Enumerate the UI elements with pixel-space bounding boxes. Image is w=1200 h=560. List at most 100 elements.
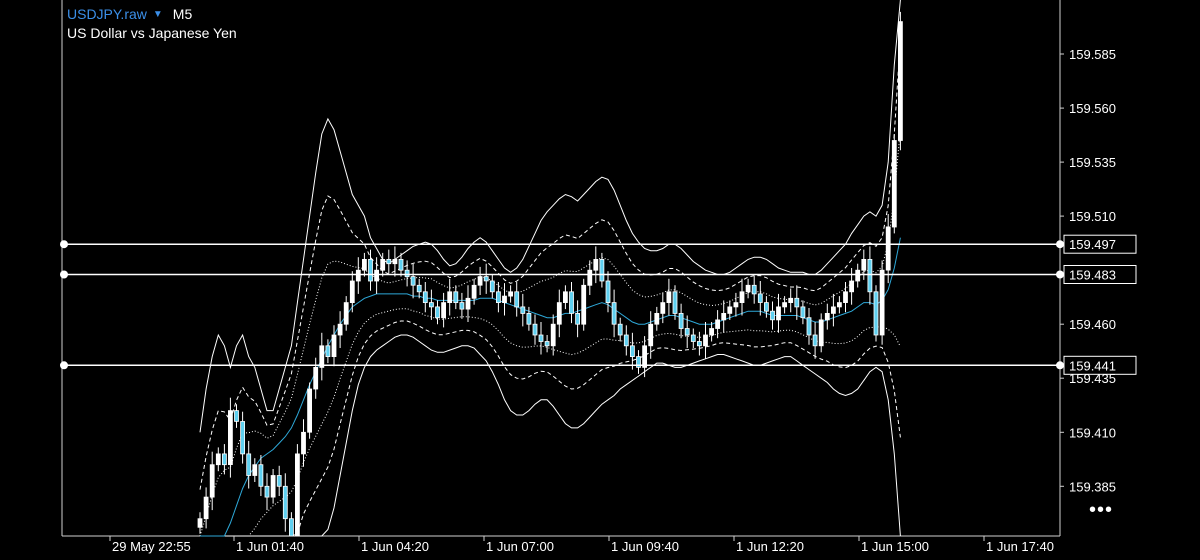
candle-body[interactable]	[221, 453, 227, 466]
candle-body[interactable]	[282, 485, 288, 520]
candle-body[interactable]	[623, 334, 629, 347]
candle-body[interactable]	[380, 258, 386, 271]
candle-body[interactable]	[575, 312, 580, 325]
candle-body[interactable]	[593, 258, 599, 271]
candle-body[interactable]	[672, 291, 678, 314]
candle-body[interactable]	[611, 302, 617, 325]
candle-body[interactable]	[873, 291, 879, 336]
candle-body[interactable]	[288, 518, 294, 537]
timeframe-label[interactable]: M5	[173, 6, 192, 22]
candle-body[interactable]	[313, 366, 319, 390]
candle-body[interactable]	[410, 276, 416, 286]
line-handle-right[interactable]	[1056, 270, 1064, 279]
candle-body[interactable]	[563, 291, 568, 303]
candle-body[interactable]	[788, 297, 794, 303]
candle-body[interactable]	[532, 323, 538, 336]
candle-body[interactable]	[459, 302, 465, 310]
candle-body[interactable]	[520, 306, 526, 314]
candle-body[interactable]	[526, 312, 532, 325]
chart-canvas[interactable]: 159.497159.483159.441 159.585159.560159.…	[0, 0, 1200, 555]
candle-body[interactable]	[867, 258, 873, 293]
candle-body[interactable]	[751, 284, 757, 295]
candle-body[interactable]	[258, 464, 264, 487]
candle-body[interactable]	[879, 269, 885, 336]
candle-body[interactable]	[733, 302, 739, 308]
candle-body[interactable]	[495, 291, 501, 303]
candle-body[interactable]	[294, 453, 300, 537]
candle-body[interactable]	[697, 341, 702, 347]
candle-body[interactable]	[404, 269, 410, 278]
candle-body[interactable]	[837, 302, 842, 308]
candle-body[interactable]	[581, 284, 587, 325]
line-handle-left[interactable]	[60, 270, 68, 279]
candle-body[interactable]	[361, 258, 367, 271]
candle-body[interactable]	[569, 291, 574, 314]
candle-body[interactable]	[544, 341, 550, 347]
candle-body[interactable]	[739, 291, 745, 303]
candle-body[interactable]	[715, 319, 720, 329]
candle-body[interactable]	[209, 464, 215, 498]
candle-body[interactable]	[270, 475, 276, 498]
candle-body[interactable]	[301, 431, 306, 455]
candle-body[interactable]	[690, 334, 696, 342]
candle-body[interactable]	[441, 302, 447, 319]
candle-body[interactable]	[246, 453, 252, 476]
candle-body[interactable]	[325, 345, 331, 357]
candle-body[interactable]	[368, 258, 373, 282]
candle-body[interactable]	[502, 295, 507, 304]
candle-body[interactable]	[556, 302, 562, 325]
candle-body[interactable]	[331, 334, 337, 358]
candle-body[interactable]	[885, 226, 891, 271]
candle-body[interactable]	[824, 312, 830, 321]
candle-body[interactable]	[678, 312, 684, 329]
line-handle-right[interactable]	[1056, 361, 1064, 370]
candle-body[interactable]	[508, 291, 514, 297]
line-handle-left[interactable]	[60, 361, 68, 370]
candle-body[interactable]	[599, 258, 605, 282]
candle-body[interactable]	[416, 284, 422, 293]
candle-body[interactable]	[392, 258, 398, 265]
candle-body[interactable]	[861, 258, 867, 271]
candle-body[interactable]	[831, 306, 836, 314]
candle-body[interactable]	[215, 453, 221, 466]
candle-body[interactable]	[349, 280, 355, 304]
candle-body[interactable]	[550, 323, 556, 347]
candle-body[interactable]	[782, 302, 787, 308]
candle-body[interactable]	[648, 323, 654, 347]
candle-body[interactable]	[806, 317, 812, 336]
candle-body[interactable]	[630, 345, 635, 357]
candle-body[interactable]	[660, 302, 666, 314]
candle-body[interactable]	[898, 21, 903, 141]
candle-body[interactable]	[337, 323, 343, 336]
candle-body[interactable]	[489, 280, 495, 293]
candle-body[interactable]	[386, 258, 392, 265]
candle-body[interactable]	[891, 140, 897, 228]
candle-body[interactable]	[776, 306, 781, 321]
candle-body[interactable]	[477, 276, 483, 286]
candle-body[interactable]	[800, 306, 806, 319]
line-handle-right[interactable]	[1056, 240, 1064, 249]
candle-body[interactable]	[276, 475, 282, 487]
candle-body[interactable]	[483, 276, 489, 282]
price-chart[interactable]: 159.497 159.483 159.441 159.585 159.560 159.…	[0, 0, 1200, 555]
candle-body[interactable]	[709, 328, 714, 336]
candle-body[interactable]	[428, 302, 434, 308]
candle-body[interactable]	[252, 464, 258, 476]
candle-body[interactable]	[447, 291, 453, 303]
candle-body[interactable]	[855, 269, 861, 282]
candle-body[interactable]	[355, 269, 361, 282]
candle-body[interactable]	[398, 258, 404, 271]
symbol-dropdown-icon[interactable]: ▼	[153, 9, 163, 20]
candle-body[interactable]	[654, 312, 660, 325]
candle-body[interactable]	[374, 269, 380, 282]
candle-body[interactable]	[514, 291, 520, 308]
candle-body[interactable]	[453, 291, 459, 303]
candle-body[interactable]	[538, 334, 544, 342]
candle-body[interactable]	[757, 293, 763, 303]
candle-body[interactable]	[812, 334, 818, 347]
candle-body[interactable]	[721, 312, 727, 321]
candle-body[interactable]	[343, 302, 349, 325]
candle-body[interactable]	[684, 328, 690, 336]
candle-body[interactable]	[197, 518, 203, 528]
candle-body[interactable]	[203, 496, 209, 520]
